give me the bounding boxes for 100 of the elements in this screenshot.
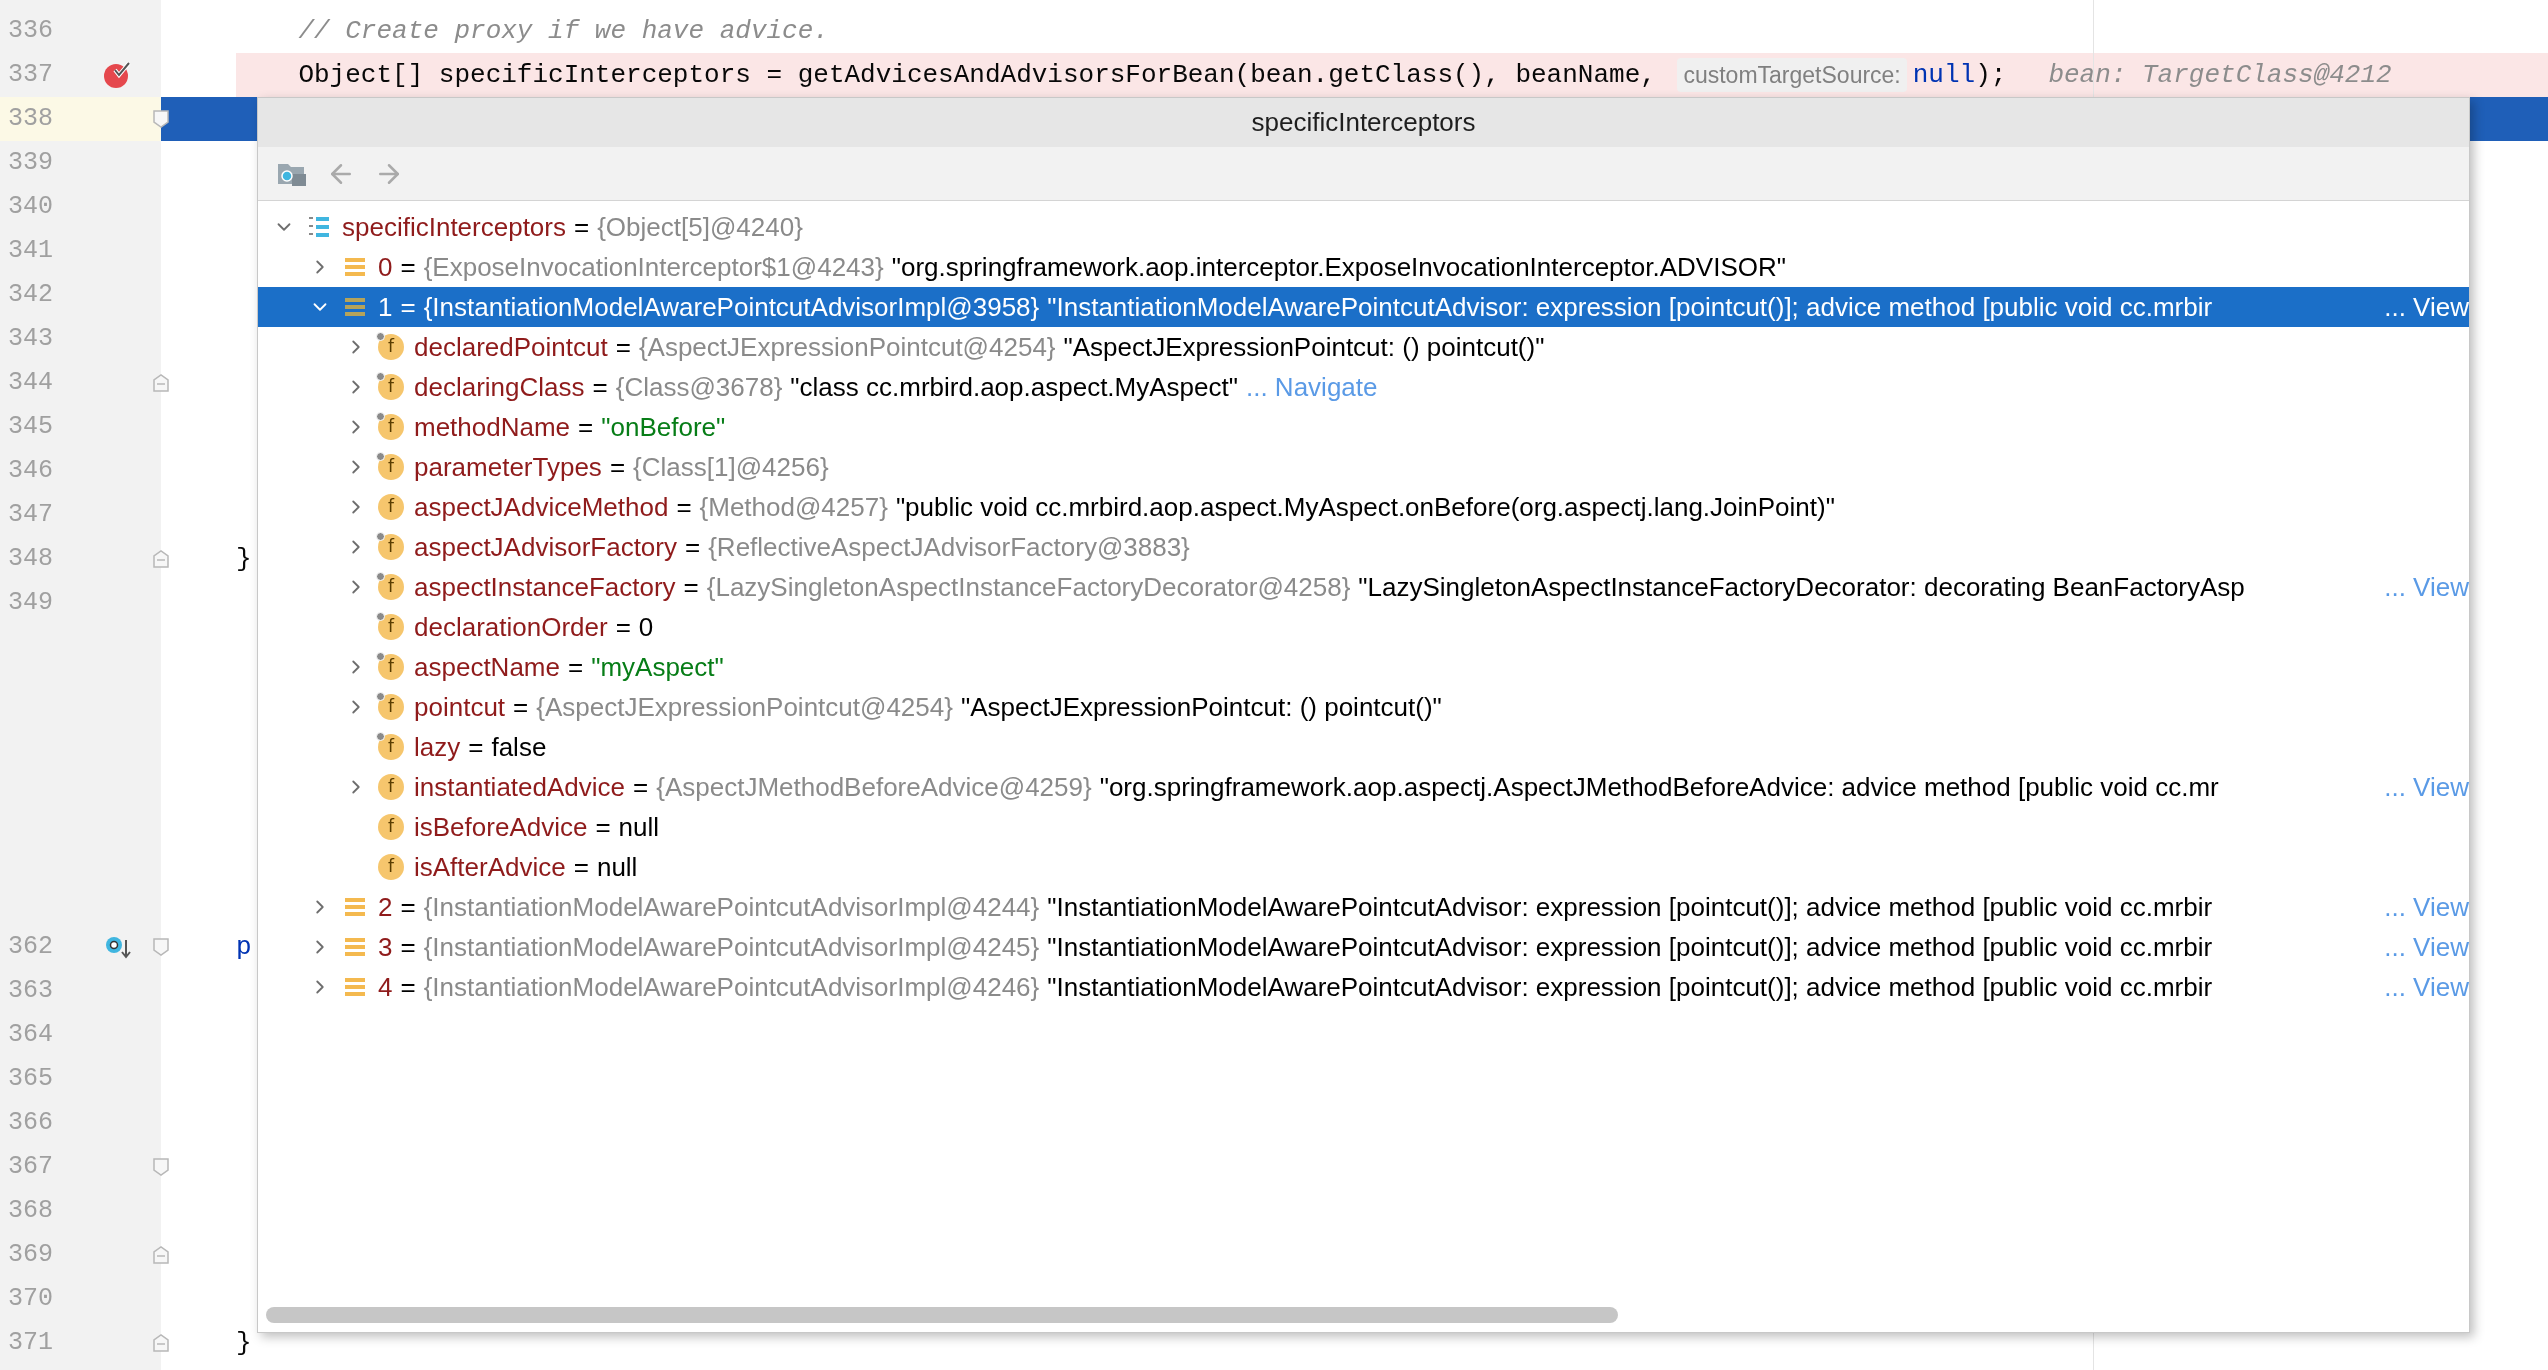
tree-row[interactable]: f instantiatedAdvice = {AspectJMethodBeforeAdvice@4259} "org.springframework.aop.aspectj.AspectJMethodBeforeAdvice: advice method [public void cc.mr ... View — [258, 767, 2469, 807]
variable-name: aspectJAdvisorFactory — [414, 530, 677, 564]
tree-row[interactable]: f lazy = false — [258, 727, 2469, 767]
view-link[interactable]: ... View — [2384, 287, 2469, 327]
type-label: {InstantiationModelAwarePointcutAdvisorImpl@4244} — [423, 890, 1040, 924]
fold-icon[interactable] — [152, 109, 170, 129]
breakpoint-icon[interactable] — [102, 60, 132, 90]
tree-row[interactable]: f declaredPointcut = {AspectJExpressionPointcut@4254} "AspectJExpressionPointcut: () pointcut()" — [258, 327, 2469, 367]
tree-row[interactable]: f aspectJAdvisorFactory = {ReflectiveAspectJAdvisorFactory@3883} — [258, 527, 2469, 567]
field-icon: f — [378, 574, 404, 600]
line-number: 368 — [7, 1195, 54, 1228]
equals-sign: = — [567, 650, 584, 684]
value-text: null — [596, 850, 638, 884]
popup-title: specificInterceptors — [1251, 106, 1476, 139]
code-text: } — [236, 542, 252, 576]
line-number: 343 — [7, 323, 54, 356]
tree-row[interactable]: f aspectJAdviceMethod = {Method@4257} "public void cc.mrbird.aop.aspect.MyAspect.onBefore(org.aspectj.lang.JoinPoint)" — [258, 487, 2469, 527]
line-number: 364 — [7, 1019, 54, 1052]
value-text: "org.springframework.aop.aspectj.AspectJMethodBeforeAdvice: advice method [public void cc.mr — [1099, 770, 2219, 804]
variable-name: methodName — [414, 410, 571, 444]
type-label: {InstantiationModelAwarePointcutAdvisorImpl@3958} — [423, 290, 1040, 324]
value-text: "LazySingletonAspectInstanceFactoryDecorator: decorating BeanFactoryAsp — [1358, 570, 2245, 604]
element-icon — [344, 897, 366, 917]
type-label: {AspectJExpressionPointcut@4254} — [638, 330, 1056, 364]
line-number: 369 — [7, 1239, 54, 1272]
value-text: "InstantiationModelAwarePointcutAdvisor: expression [pointcut()]; advice method [public void cc.mrbir — [1047, 930, 2213, 964]
equals-sign: = — [400, 930, 416, 964]
tree-row[interactable]: 1 = {InstantiationModelAwarePointcutAdvisorImpl@3958} "InstantiationModelAwarePointcutAdvisor: expression [pointcut()]; advice method [public void cc.mrbir ... View — [258, 287, 2469, 327]
line-number: 342 — [7, 279, 54, 312]
element-icon — [344, 297, 366, 317]
tree-row[interactable]: 4 = {InstantiationModelAwarePointcutAdvisorImpl@4246} "InstantiationModelAwarePointcutAdvisor: expression [pointcut()]; advice method [public void cc.mrbir ... View — [258, 967, 2469, 1007]
value-text: "InstantiationModelAwarePointcutAdvisor: expression [pointcut()]; advice method [public void cc.mrbir — [1047, 890, 2213, 924]
field-icon: f — [378, 534, 404, 560]
line-number: 344 — [7, 367, 54, 400]
tree-row[interactable]: f methodName = "onBefore" — [258, 407, 2469, 447]
type-label: {Class@3678} — [615, 370, 783, 404]
type-label: {LazySingletonAspectInstanceFactoryDecorator@4258} — [706, 570, 1351, 604]
equals-sign: = — [633, 770, 649, 804]
tree-row[interactable]: f aspectName = "myAspect" — [258, 647, 2469, 687]
variable-name: lazy — [414, 730, 461, 764]
line-number: 365 — [7, 1063, 54, 1096]
equals-sign: = — [573, 850, 589, 884]
equals-sign: = — [615, 330, 631, 364]
code-text: ); — [1975, 58, 2007, 92]
variable-name: aspectInstanceFactory — [414, 570, 676, 604]
variable-name: 4 — [378, 970, 393, 1004]
horizontal-scrollbar[interactable] — [266, 1307, 1618, 1323]
tree-row[interactable]: f isBeforeAdvice = null — [258, 807, 2469, 847]
line-number: 348 — [7, 543, 54, 576]
code-keyword: null — [1912, 58, 1976, 92]
equals-sign: = — [609, 450, 626, 484]
element-icon — [344, 257, 366, 277]
variable-name: aspectJAdviceMethod — [414, 490, 669, 524]
field-icon: f — [378, 694, 404, 720]
value-text: null — [618, 810, 660, 844]
tree-row[interactable]: f declaringClass = {Class@3678} "class cc.mrbird.aop.aspect.MyAspect" ... Navigate — [258, 367, 2469, 407]
field-icon: f — [378, 654, 404, 680]
equals-sign: = — [400, 970, 416, 1004]
line-number: 338 — [7, 103, 54, 136]
equals-sign: = — [400, 290, 416, 324]
value-text: "AspectJExpressionPointcut: () pointcut()" — [960, 690, 1442, 724]
variable-name: declarationOrder — [414, 610, 608, 644]
variable-name: aspectName — [414, 650, 560, 684]
equals-sign: = — [685, 530, 701, 564]
type-label: {AspectJExpressionPointcut@4254} — [536, 690, 953, 724]
element-icon — [344, 977, 366, 997]
variable-name: pointcut — [414, 690, 506, 724]
field-icon: f — [378, 854, 404, 880]
tree-row[interactable]: 3 = {InstantiationModelAwarePointcutAdvisorImpl@4245} "InstantiationModelAwarePointcutAdvisor: expression [pointcut()]; advice method [public void cc.mrbir ... View — [258, 927, 2469, 967]
tree-row[interactable]: 0 = {ExposeInvocationInterceptor$1@4243} "org.springframework.aop.interceptor.ExposeInvocationInterceptor.ADVISOR" — [258, 247, 2469, 287]
parameter-hint: customTargetSource: — [1677, 57, 1907, 93]
line-number: 370 — [7, 1283, 54, 1316]
variable-name: 0 — [378, 250, 393, 284]
variable-name: isBeforeAdvice — [414, 810, 588, 844]
tree-row[interactable]: f declarationOrder = 0 — [258, 607, 2469, 647]
variable-name: 3 — [378, 930, 393, 964]
type-label: {AspectJMethodBeforeAdvice@4259} — [656, 770, 1092, 804]
equals-sign: = — [574, 210, 590, 244]
variable-name: parameterTypes — [414, 450, 602, 484]
tree-row[interactable]: f parameterTypes = {Class[1]@4256} — [258, 447, 2469, 487]
field-icon: f — [378, 774, 404, 800]
line-number: 340 — [7, 191, 54, 224]
code-comment: // Create proxy if we have advice. — [297, 14, 829, 48]
equals-sign: = — [468, 730, 484, 764]
code-text: Object[] specificInterceptors = getAdvicesAndAdvisorsForBean(bean.getClass(), beanName, — [297, 58, 1657, 92]
line-number: 362 — [7, 931, 54, 964]
tree-row[interactable]: f aspectInstanceFactory = {LazySingletonAspectInstanceFactoryDecorator@4258} "LazySingletonAspectInstanceFactoryDecorator: decorating BeanFactoryAsp ... View — [258, 567, 2469, 607]
inline-debug-value: bean: TargetClass@4212 — [2048, 58, 2392, 92]
type-label: {Class[1]@4256} — [633, 450, 829, 484]
equals-sign: = — [683, 570, 699, 604]
element-icon — [344, 937, 366, 957]
tree-row[interactable]: specificInterceptors = {Object[5]@4240} — [258, 207, 2469, 247]
field-icon: f — [378, 494, 404, 520]
tree-row[interactable]: 2 = {InstantiationModelAwarePointcutAdvisorImpl@4244} "InstantiationModelAwarePointcutAdvisor: expression [pointcut()]; advice method [public void cc.mrbir ... View — [258, 887, 2469, 927]
tree-row[interactable]: f pointcut = {AspectJExpressionPointcut@4254} "AspectJExpressionPointcut: () pointcut()" — [258, 687, 2469, 727]
line-number: 336 — [7, 15, 54, 48]
tree-row[interactable]: f isAfterAdvice = null — [258, 847, 2469, 887]
variable-name: isAfterAdvice — [414, 850, 566, 884]
value-text: false — [491, 730, 547, 764]
equals-sign: = — [676, 490, 692, 524]
